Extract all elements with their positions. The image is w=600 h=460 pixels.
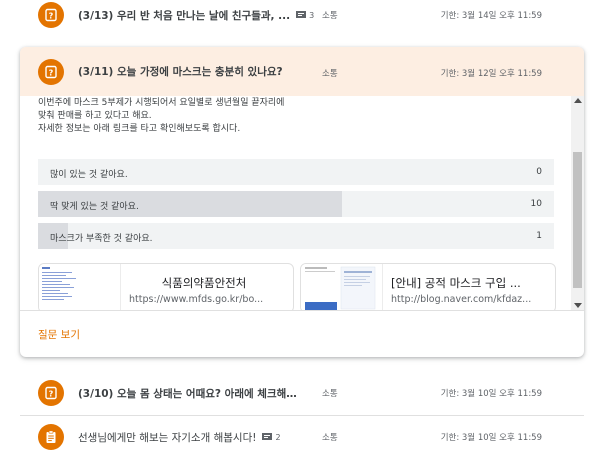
expanded-question-card: ? (3/11) 오늘 가정에 마스크는 충분히 있나요? 소통 기한: 3월 … — [20, 47, 584, 357]
topic-tag: 소통 — [322, 69, 338, 79]
comment-count: 3 — [296, 10, 314, 20]
stream-item-assignment[interactable]: 선생님에게만 해보는 자기소개 해봅시다! 2 소통 기한: 3월 10일 오후… — [20, 412, 584, 460]
poll-option: 마스크가 부족한 것 같아요. 1 — [38, 223, 554, 249]
card-header[interactable]: ? (3/11) 오늘 가정에 마스크는 충분히 있나요? 소통 기한: 3월 … — [20, 47, 584, 96]
link-attachment[interactable]: [안내] 공적 마스크 구입 ... http://blog.naver.com… — [300, 263, 556, 310]
comment-icon — [296, 10, 307, 18]
due-date: 기한: 3월 10일 오후 11:59 — [440, 389, 542, 399]
poll-option-label: 마스크가 부족한 것 같아요. — [50, 234, 153, 244]
poll-option-label: 딱 맞게 있는 것 같아요. — [50, 202, 139, 212]
card-body[interactable]: 이번주에 마스크 5부제가 시행되어서 요일별로 생년월일 끝자리에 맞춰 판매… — [20, 96, 584, 310]
item-title: (3/10) 오늘 몸 상태는 어때요? 아래에 체크해주... — [78, 387, 300, 400]
due-date: 기한: 3월 12일 오후 11:59 — [440, 69, 542, 79]
link-url: https://www.mfds.go.kr/bo... — [129, 294, 264, 305]
card-footer: 질문 보기 — [20, 310, 584, 357]
link-title: 식품의약품안전처 — [161, 276, 247, 290]
link-url: http://blog.naver.com/kfdaz... — [391, 294, 532, 305]
link-attachment[interactable]: 식품의약품안전처 https://www.mfds.go.kr/bo... — [38, 263, 294, 310]
topic-tag: 소통 — [322, 433, 338, 443]
poll-count: 0 — [536, 167, 542, 177]
poll-option: 많이 있는 것 같아요. 0 — [38, 159, 554, 185]
poll-count: 1 — [536, 231, 542, 241]
view-question-link[interactable]: 질문 보기 — [38, 327, 80, 342]
scrollbar-thumb[interactable] — [573, 152, 582, 288]
item-title: (3/13) 우리 반 처음 만나는 날에 친구들과, ... — [78, 9, 291, 22]
poll-option-label: 많이 있는 것 같아요. — [50, 170, 128, 180]
question-icon: ? — [38, 2, 64, 28]
stream-item-question[interactable]: ? (3/10) 오늘 몸 상태는 어때요? 아래에 체크해주... 소통 기한… — [20, 368, 584, 418]
card-title: (3/11) 오늘 가정에 마스크는 충분히 있나요? — [78, 66, 283, 78]
assignment-icon — [38, 424, 64, 450]
link-title: [안내] 공적 마스크 구입 ... — [391, 276, 521, 290]
question-icon: ? — [38, 380, 64, 406]
item-title: 선생님에게만 해보는 자기소개 해봅시다! — [78, 431, 257, 444]
scrollbar[interactable] — [571, 96, 584, 310]
link-thumbnail — [301, 264, 383, 310]
topic-tag: 소통 — [322, 389, 338, 399]
comment-icon — [262, 432, 273, 440]
poll-count: 10 — [530, 199, 542, 209]
comment-count: 2 — [262, 432, 281, 442]
scroll-down-arrow[interactable] — [574, 303, 582, 308]
poll-option: 딱 맞게 있는 것 같아요. 10 — [38, 191, 554, 217]
question-icon: ? — [38, 58, 64, 85]
svg-text:?: ? — [49, 68, 54, 77]
topic-tag: 소통 — [322, 11, 338, 21]
svg-text:?: ? — [49, 390, 54, 399]
svg-text:?: ? — [49, 12, 54, 21]
scroll-up-arrow[interactable] — [574, 98, 582, 103]
question-description: 이번주에 마스크 5부제가 시행되어서 요일별로 생년월일 끝자리에 맞춰 판매… — [38, 98, 285, 134]
link-thumbnail — [39, 264, 121, 310]
due-date: 기한: 3월 14일 오후 11:59 — [440, 11, 542, 21]
stream-item-question[interactable]: ? (3/13) 우리 반 처음 만나는 날에 친구들과, ... 3 소통 기… — [20, 0, 584, 40]
due-date: 기한: 3월 10일 오후 11:59 — [440, 433, 542, 443]
